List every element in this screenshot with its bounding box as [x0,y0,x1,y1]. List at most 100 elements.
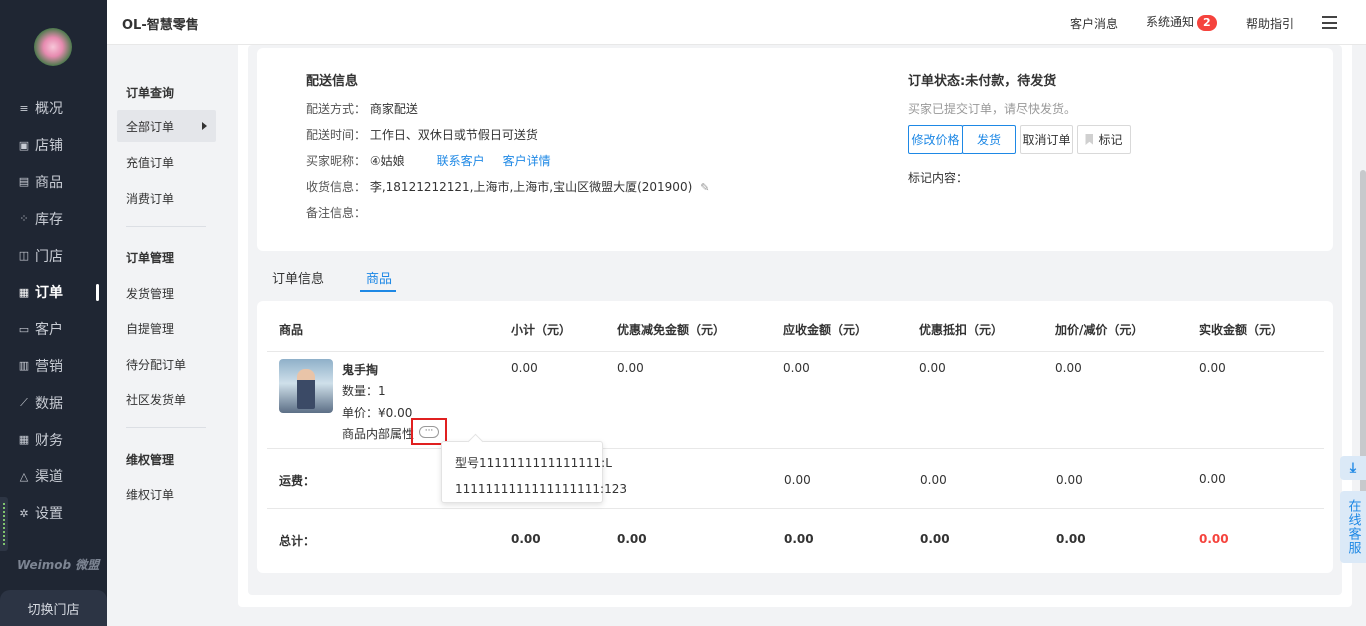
system-notice-link[interactable]: 系统通知 2 [1146,13,1217,31]
download-icon[interactable]: ⤓ [1340,456,1366,480]
tab-goods[interactable]: 商品 [366,268,392,287]
finance-icon: ▦ [18,433,30,447]
nav-label: 渠道 [35,469,63,486]
switch-store-button[interactable]: 切换门店 [0,590,107,626]
nav-label: 订单 [35,285,63,302]
app-title: OL-智慧零售 [122,18,199,33]
subnav-to-assign[interactable]: 待分配订单 [126,356,186,373]
online-service-button[interactable]: 在线客服 [1340,491,1366,563]
nav-item-channel[interactable]: △ 渠道 [0,458,107,495]
store-logo[interactable] [34,28,72,66]
help-link[interactable]: 帮助指引 [1246,15,1294,32]
subnav-community[interactable]: 社区发货单 [126,391,186,408]
column-header: 应收金额（元） [783,323,868,337]
cancel-order-button[interactable]: 取消订单 [1020,125,1073,154]
side-handle[interactable] [0,497,8,551]
edit-icon[interactable]: ✎ [700,181,709,194]
column-header: 小计（元） [511,323,572,337]
nav-item-settings[interactable]: ✲ 设置 [0,495,107,532]
field-label: 配送方式： [306,102,367,116]
popover-line: 型号1111111111111111:L [455,456,612,470]
table-divider [267,448,1324,449]
column-header: 加价/减价（元） [1055,323,1144,337]
freight-deduction: 0.00 [920,473,947,487]
column-header: 优惠抵扣（元） [919,323,1004,337]
sub-sidebar: 订单查询 全部订单 充值订单 消费订单 订单管理 发货管理 自提管理 待分配订单… [107,45,230,626]
nav-label: 数据 [35,395,63,412]
subnav-recharge-orders[interactable]: 充值订单 [126,154,174,171]
nav-item-finance[interactable]: ▦ 财务 [0,421,107,458]
contact-customer-link[interactable]: 联系客户 [437,154,485,168]
subnav-group-rights: 维权管理 [126,453,175,467]
nav-item-marketing[interactable]: ▥ 营销 [0,348,107,385]
brand-logo: Weimob 微盟 [17,558,100,572]
column-header: 优惠减免金额（元） [617,323,726,337]
nav-label: 商品 [35,174,63,191]
field-label: 买家昵称： [306,154,367,168]
main-sidebar: ≡ 概况 ▣ 店铺 ▤ 商品 ⁘ 库存 ◫ 门店 ▦ 订单 ▭ 客户 ▥ 营销 ⟋ 数据 ▦ 财务 … [0,0,107,626]
order-status-title: 订单状态:未付款，待发货 [908,74,1057,89]
nav-label: 概况 [35,101,63,118]
product-attr-label: 商品内部属性 [342,427,415,441]
nav-item-goods[interactable]: ▤ 商品 [0,164,107,201]
settings-icon: ✲ [19,506,29,520]
remark-row: 备注信息： [306,204,366,221]
subnav-delivery[interactable]: 发货管理 [126,285,174,302]
ship-button[interactable]: 发货 [962,125,1016,154]
nav-item-data[interactable]: ⟋ 数据 [0,384,107,421]
store-icon: ▣ [18,138,30,152]
nav-item-shop[interactable]: ◫ 门店 [0,237,107,274]
shipping-method-value: 商家配送 [369,102,418,116]
subnav-pickup[interactable]: 自提管理 [126,320,174,337]
table-divider [267,351,1324,352]
active-tab-indicator [360,290,396,292]
product-subtotal: 0.00 [511,361,538,375]
product-receivable: 0.00 [783,361,810,375]
product-name: 鬼手掏 [342,363,379,377]
tab-order-info[interactable]: 订单信息 [272,268,324,287]
nav-label: 店铺 [35,138,63,155]
nav-label: 客户 [35,322,63,339]
table-divider [267,508,1324,509]
scrollbar-thumb[interactable] [1360,170,1366,500]
field-label: 收货信息： [306,180,367,194]
shop-icon: ◫ [18,249,30,263]
nav-label: 财务 [35,432,63,449]
shipping-title: 配送信息 [306,74,359,89]
freight-label: 运费： [279,474,316,488]
product-quantity: 数量：1 [342,384,386,398]
mark-button[interactable]: 标记 [1077,125,1131,154]
more-attrs-button[interactable]: ··· [419,425,439,438]
shipping-time-row: 配送时间： 工作日、双休日或节假日可送货 [306,126,538,143]
modify-price-button[interactable]: 修改价格 [908,125,963,154]
subnav-all-orders[interactable]: 全部订单 [117,110,216,142]
nav-item-overview[interactable]: ≡ 概况 [0,90,107,127]
top-header: OL-智慧零售 客户消息 系统通知 2 帮助指引 [107,0,1366,45]
popover-line: 1111111111111111111:123 [455,482,628,496]
nav-item-inventory[interactable]: ⁘ 库存 [0,200,107,237]
nav-item-customer[interactable]: ▭ 客户 [0,311,107,348]
nav-label: 设置 [35,506,63,523]
total-deduction: 0.00 [920,532,950,546]
nav-item-order[interactable]: ▦ 订单 [0,274,107,311]
product-thumbnail [279,359,333,413]
notice-count-badge: 2 [1197,15,1217,31]
buyer-row: 买家昵称： ④姑娘 联系客户 客户详情 [306,152,551,169]
subnav-rights-orders[interactable]: 维权订单 [126,486,174,503]
subnav-all-orders-label: 全部订单 [126,119,175,134]
total-discount: 0.00 [617,532,647,546]
hamburger-menu-icon[interactable] [1322,16,1337,29]
total-adjust: 0.00 [1056,532,1086,546]
goods-icon: ▤ [18,175,30,189]
order-info-card: 配送信息 配送方式： 商家配送 配送时间： 工作日、双休日或节假日可送货 买家昵… [257,48,1333,251]
subnav-consume-orders[interactable]: 消费订单 [126,190,174,207]
product-unit-price: 单价：¥0.00 [342,406,413,420]
customer-detail-link[interactable]: 客户详情 [503,154,551,168]
marketing-icon: ▥ [18,359,30,373]
customer-message-link[interactable]: 客户消息 [1070,15,1118,32]
column-header: 商品 [279,323,304,337]
mark-content-label: 标记内容： [908,171,969,185]
mark-button-label: 标记 [1098,133,1123,147]
nav-item-store[interactable]: ▣ 店铺 [0,127,107,164]
main-nav: ≡ 概况 ▣ 店铺 ▤ 商品 ⁘ 库存 ◫ 门店 ▦ 订单 ▭ 客户 ▥ 营销 ⟋ 数据 ▦ 财务 … [0,90,107,532]
